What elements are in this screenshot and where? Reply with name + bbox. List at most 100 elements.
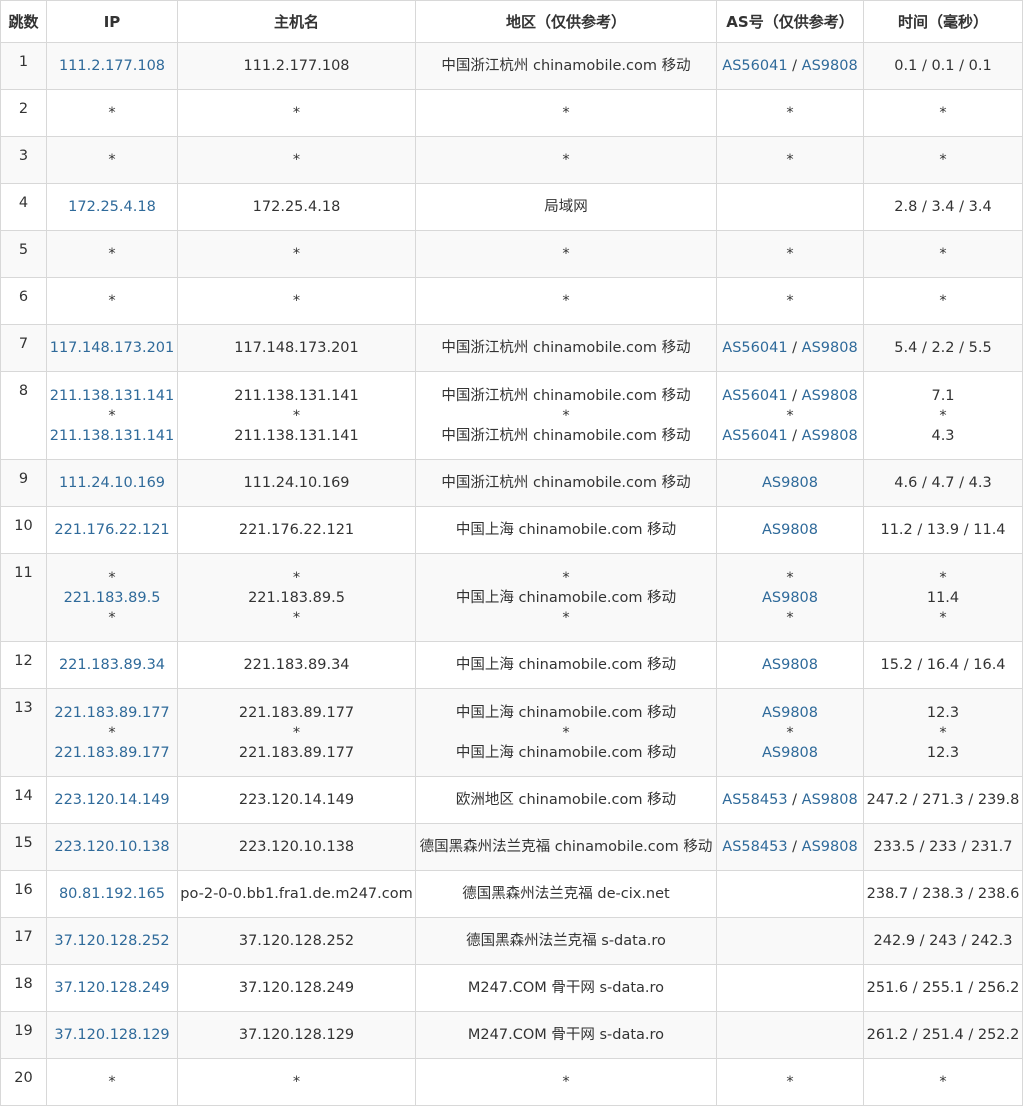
ip-link[interactable]: 221.176.22.121 [49,520,175,540]
hostname-cell: 221.176.22.121 [177,506,416,554]
as-link[interactable]: AS9808 [802,428,858,444]
as-link[interactable]: AS9808 [762,522,818,538]
ip-link[interactable]: 172.25.4.18 [49,197,175,217]
hostname-value: po-2-0-0.bb1.fra1.de.m247.com [180,886,413,902]
as-link[interactable]: AS9808 [802,388,858,404]
ip-link[interactable]: 223.120.10.138 [49,837,175,857]
table-row: 8 211.138.131.141 * 211.138.131.141 211.138.… [0,371,1023,460]
hostname-cell: 37.120.128.129 [177,1011,416,1059]
region-cell: * [415,89,717,137]
region-cell: M247.COM 骨干网 s-data.ro [415,1011,717,1059]
as-cell: AS56041 / AS9808 * AS56041 / AS9808 [716,371,864,460]
as-link[interactable]: AS58453 [722,792,787,808]
hop-number: 9 [18,471,29,487]
table-row: 14 223.120.14.149 223.120.14.149 欧洲地区 china… [0,776,1023,824]
time-cell: 0.1 / 0.1 / 0.1 [863,42,1023,90]
time-value: 242.9 / 243 / 242.3 [873,933,1013,949]
as-link[interactable]: AS56041 [722,340,787,356]
ip-link[interactable]: 37.120.128.249 [49,978,175,998]
ip-link[interactable]: 37.120.128.129 [49,1025,175,1045]
ip-value: * [108,609,116,626]
as-link[interactable]: AS9808 [802,340,858,356]
time-cell: * 11.4 * [863,553,1023,642]
time-cell: * [863,89,1023,137]
as-link[interactable]: AS9808 [802,58,858,74]
ip-value: * [108,152,116,168]
ip-link[interactable]: 211.138.131.141 [49,386,175,406]
header-hop: 跳数 [0,0,47,43]
as-link[interactable]: AS9808 [762,475,818,491]
hop-number: 14 [14,788,33,804]
hop-cell: 6 [0,277,47,325]
ip-link[interactable]: 221.183.89.34 [49,655,175,675]
as-line: * [719,150,861,170]
as-link[interactable]: AS56041 [722,428,787,444]
ip-link[interactable]: 37.120.128.252 [49,931,175,951]
hop-cell: 18 [0,964,47,1012]
ip-cell: 37.120.128.249 [46,964,178,1012]
as-value: * [786,724,794,741]
ip-link[interactable]: 221.183.89.177 [49,703,175,723]
table-row: 13 221.183.89.177 * 221.183.89.177 221.183.8… [0,688,1023,777]
region-cell: 中国浙江杭州 chinamobile.com 移动 [415,459,717,507]
as-link[interactable]: AS9808 [762,590,818,606]
as-link[interactable]: AS56041 [722,388,787,404]
hop-cell: 12 [0,641,47,689]
region-value: * [562,1074,570,1090]
region-value: 德国黑森州法兰克福 s-data.ro [466,933,666,949]
table-row: 18 37.120.128.249 37.120.128.249 M247.COM 骨… [0,964,1023,1012]
hostname-value: * [292,609,301,626]
time-value: 4.6 / 4.7 / 4.3 [894,475,992,491]
time-value: * [939,1074,947,1090]
header-hostname: 主机名 [177,0,416,43]
as-value: * [786,105,794,121]
time-value: 12.3 [926,704,960,721]
as-link[interactable]: AS9808 [762,705,818,721]
table-row: 16 80.81.192.165 po-2-0-0.bb1.fra1.de.m247… [0,870,1023,918]
ip-link[interactable]: 80.81.192.165 [49,884,175,904]
hostname-cell: 221.183.89.177 * 221.183.89.177 [177,688,416,777]
hostname-value: 223.120.10.138 [238,839,355,855]
ip-cell: 223.120.10.138 [46,823,178,871]
hostname-value: 221.183.89.34 [243,657,350,673]
ip-link[interactable]: 111.2.177.108 [49,56,175,76]
time-value: 0.1 / 0.1 / 0.1 [894,58,992,74]
ip-link[interactable]: 111.24.10.169 [49,473,175,493]
ip-link[interactable]: 221.183.89.5 [49,588,175,608]
hostname-value: * [292,293,301,309]
region-cell: 中国浙江杭州 chinamobile.com 移动 [415,324,717,372]
as-link[interactable]: AS9808 [762,745,818,761]
ip-link[interactable]: 221.183.89.177 [49,743,175,763]
hostname-cell: 37.120.128.252 [177,917,416,965]
as-cell [716,870,864,918]
table-row: 2 * * * * * [0,89,1023,137]
ip-link[interactable]: 117.148.173.201 [49,338,175,358]
hop-cell: 5 [0,230,47,278]
time-cell: 251.6 / 255.1 / 256.2 [863,964,1023,1012]
as-cell: * AS9808 * [716,553,864,642]
hop-number: 16 [14,882,33,898]
ip-link[interactable]: 211.138.131.141 [49,426,175,446]
region-value: * [562,569,570,586]
hop-number: 12 [14,653,33,669]
as-link[interactable]: AS9808 [802,792,858,808]
as-link[interactable]: AS56041 [722,58,787,74]
time-value: * [939,293,947,309]
ip-value: * [108,569,116,586]
ip-link[interactable]: 223.120.14.149 [49,790,175,810]
as-link[interactable]: AS9808 [762,657,818,673]
region-cell: M247.COM 骨干网 s-data.ro [415,964,717,1012]
hop-number: 5 [18,242,29,258]
header-time: 时间（毫秒） [863,0,1023,43]
hop-number: 2 [18,101,29,117]
as-link[interactable]: AS9808 [802,839,858,855]
hop-number: 8 [18,383,29,399]
region-cell: 德国黑森州法兰克福 chinamobile.com 移动 [415,823,717,871]
header-region: 地区（仅供参考） [415,0,717,43]
as-cell: AS56041 / AS9808 [716,42,864,90]
region-value: M247.COM 骨干网 s-data.ro [467,1027,665,1043]
hop-cell: 16 [0,870,47,918]
as-link[interactable]: AS58453 [722,839,787,855]
hostname-value: 211.138.131.141 [234,427,359,444]
as-separator: / [787,839,802,855]
